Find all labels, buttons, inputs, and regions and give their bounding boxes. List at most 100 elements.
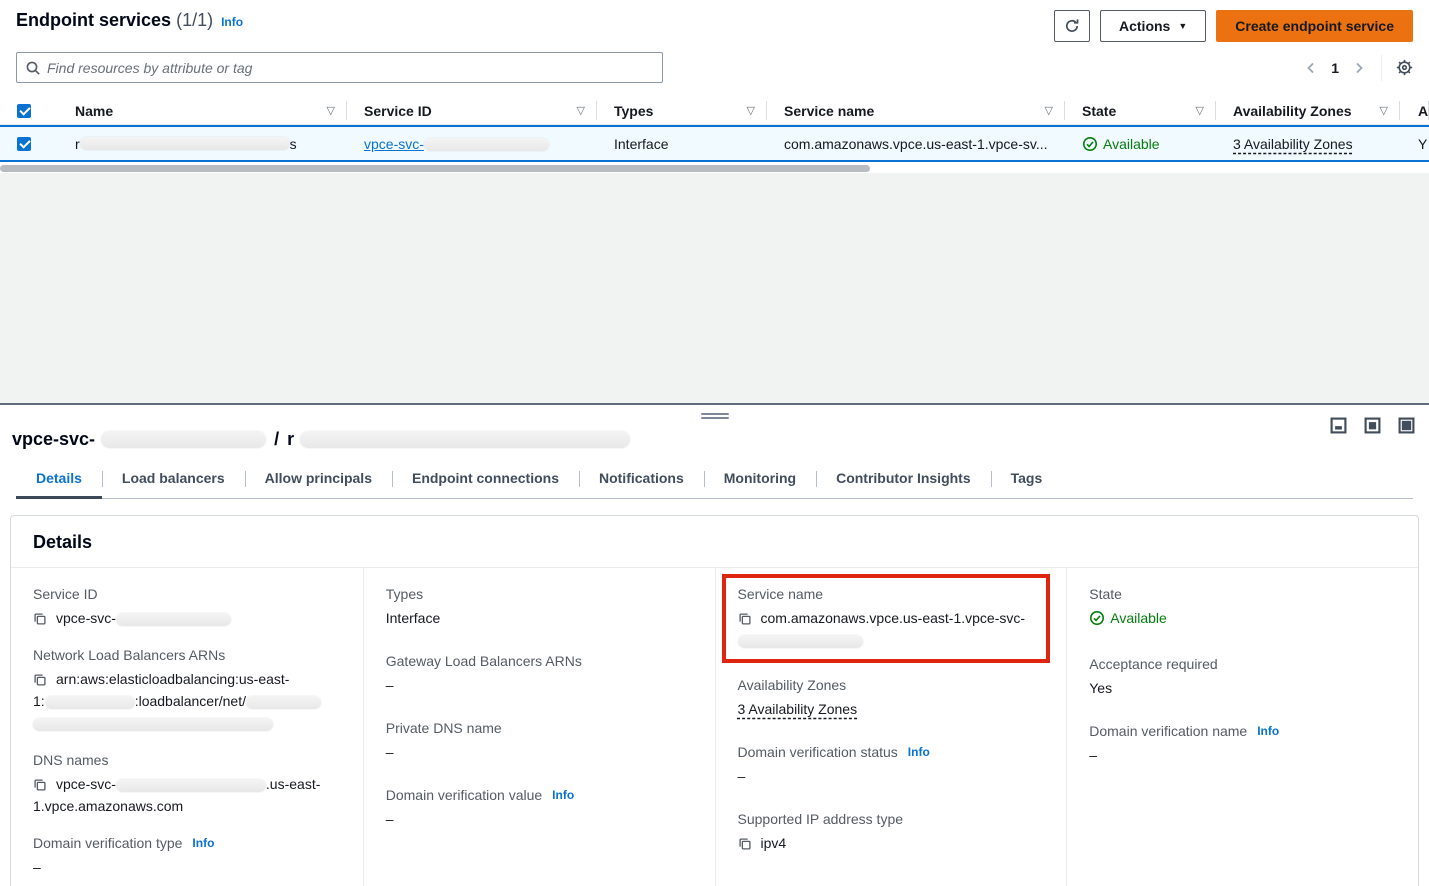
tab-contributor-insights[interactable]: Contributor Insights	[816, 464, 991, 498]
column-header-acceptance-partial: A	[1418, 103, 1428, 119]
info-link[interactable]: Info	[192, 836, 214, 850]
info-link[interactable]: Info	[221, 15, 243, 29]
field-value: –	[386, 744, 394, 760]
row-service-name: com.amazonaws.vpce.us-east-1.vpce-sv...	[784, 136, 1048, 152]
search-input[interactable]	[47, 60, 654, 76]
filter-icon[interactable]: ▽	[747, 104, 755, 117]
details-column-2: Types Interface Gateway Load Balancers A…	[363, 568, 715, 886]
column-header-name[interactable]: Name	[75, 103, 113, 119]
info-link[interactable]: Info	[1257, 724, 1279, 738]
filter-icon[interactable]: ▽	[1380, 104, 1388, 117]
red-annotation-box: Service name com.amazonaws.vpce.us-east-…	[722, 574, 1051, 663]
split-panel-title: vpce-svc- / r	[0, 421, 1429, 450]
tab-tags[interactable]: Tags	[991, 464, 1063, 498]
horizontal-scrollbar[interactable]	[0, 164, 1429, 173]
actions-button[interactable]: Actions ▼	[1100, 10, 1206, 42]
field-label: Domain verification name	[1089, 723, 1247, 739]
redacted-text	[33, 718, 273, 731]
details-card-title: Details	[11, 516, 1418, 568]
field-label: Domain verification type	[33, 835, 182, 851]
row-acceptance-partial: Y	[1418, 136, 1427, 152]
field-label: Service ID	[33, 586, 98, 602]
field-service-id: Service ID vpce-svc-	[33, 586, 339, 629]
field-label: DNS names	[33, 752, 108, 768]
search-box[interactable]	[16, 52, 663, 83]
info-link[interactable]: Info	[552, 788, 574, 802]
redacted-text	[45, 696, 135, 709]
split-panel-drag-handle[interactable]	[701, 413, 729, 419]
panel-size-small-button[interactable]	[1330, 417, 1347, 434]
tab-allow-principals[interactable]: Allow principals	[245, 464, 392, 498]
dns-line2: 1.vpce.amazonaws.com	[33, 798, 183, 814]
table-row[interactable]: r s vpce-svc- Interface com.amazonaws.vp…	[0, 125, 1429, 162]
refresh-button[interactable]	[1054, 10, 1090, 42]
table-header-row: Name ▽ Service ID ▽ Types ▽ Service name ▽ S…	[0, 97, 1429, 125]
available-check-icon	[1089, 610, 1105, 626]
select-all-checkbox[interactable]	[17, 104, 31, 118]
field-supported-ip-type: Supported IP address type ipv4	[738, 811, 1043, 854]
field-label: Acceptance required	[1089, 656, 1217, 672]
preferences-button[interactable]	[1396, 59, 1413, 76]
copy-icon[interactable]	[738, 612, 752, 626]
state-value: Available	[1110, 607, 1167, 629]
copy-icon[interactable]	[33, 673, 47, 687]
create-endpoint-service-button[interactable]: Create endpoint service	[1216, 10, 1413, 42]
copy-icon[interactable]	[33, 778, 47, 792]
page-title-text: Endpoint services	[16, 10, 171, 30]
tab-details[interactable]: Details	[16, 464, 102, 499]
field-value: –	[33, 859, 41, 875]
dns-mid: .us-east-	[266, 776, 320, 792]
tab-notifications[interactable]: Notifications	[579, 464, 704, 498]
panel-title-row: Endpoint services (1/1) Info Actions ▼ C…	[0, 10, 1429, 42]
filter-icon[interactable]: ▽	[577, 104, 585, 117]
nlb-arn-line2-suffix: :loadbalancer/net/	[135, 693, 246, 709]
column-header-types[interactable]: Types	[614, 103, 653, 119]
copy-icon[interactable]	[738, 837, 752, 851]
field-label: Network Load Balancers ARNs	[33, 647, 225, 663]
field-nlb-arns: Network Load Balancers ARNs arn:aws:elas…	[33, 647, 339, 734]
title-name-prefix: r	[287, 429, 294, 450]
next-page-button[interactable]	[1351, 60, 1367, 76]
filter-icon[interactable]: ▽	[327, 104, 335, 117]
filter-icon[interactable]: ▽	[1045, 104, 1053, 117]
service-id-value-prefix: vpce-svc-	[56, 610, 116, 626]
previous-page-button[interactable]	[1303, 60, 1319, 76]
copy-icon[interactable]	[33, 612, 47, 626]
field-value: Yes	[1089, 680, 1112, 696]
availability-zones-popover-link[interactable]: 3 Availability Zones	[1233, 136, 1353, 152]
field-value: –	[1089, 747, 1097, 763]
field-domain-verification-status: Domain verification status Info –	[738, 744, 1043, 787]
pagination: 1	[1303, 55, 1413, 81]
column-header-service-id[interactable]: Service ID	[364, 103, 432, 119]
column-header-state[interactable]: State	[1082, 103, 1116, 119]
field-label: Types	[386, 586, 423, 602]
refresh-icon	[1064, 18, 1080, 34]
filter-icon[interactable]: ▽	[1196, 104, 1204, 117]
field-gateway-lb-arns: Gateway Load Balancers ARNs –	[386, 653, 691, 696]
available-check-icon	[1082, 136, 1098, 152]
search-icon	[25, 60, 41, 76]
row-name-prefix: r	[75, 136, 80, 152]
row-checkbox[interactable]	[17, 137, 31, 151]
scrollbar-thumb[interactable]	[0, 165, 870, 172]
availability-zones-popover-link[interactable]: 3 Availability Zones	[738, 701, 858, 717]
panel-size-medium-button[interactable]	[1364, 417, 1381, 434]
nlb-arn-line1: arn:aws:elasticloadbalancing:us-east-	[56, 671, 289, 687]
tab-monitoring[interactable]: Monitoring	[704, 464, 816, 498]
info-link[interactable]: Info	[908, 745, 930, 759]
service-id-link[interactable]: vpce-svc-	[364, 136, 549, 152]
panel-size-large-button[interactable]	[1398, 417, 1415, 434]
redacted-title-name	[300, 431, 630, 448]
field-domain-verification-name: Domain verification name Info –	[1089, 723, 1394, 766]
column-header-service-name[interactable]: Service name	[784, 103, 874, 119]
split-panel: vpce-svc- / r Details Load balancers All…	[0, 403, 1429, 886]
current-page[interactable]: 1	[1329, 60, 1341, 76]
tab-load-balancers[interactable]: Load balancers	[102, 464, 245, 498]
tab-endpoint-connections[interactable]: Endpoint connections	[392, 464, 579, 498]
field-label: Service name	[738, 586, 824, 602]
row-types: Interface	[614, 136, 668, 152]
redacted-service-id	[424, 138, 549, 151]
field-value: –	[386, 811, 394, 827]
panel-small-icon	[1330, 417, 1347, 434]
column-header-availability-zones[interactable]: Availability Zones	[1233, 103, 1352, 119]
